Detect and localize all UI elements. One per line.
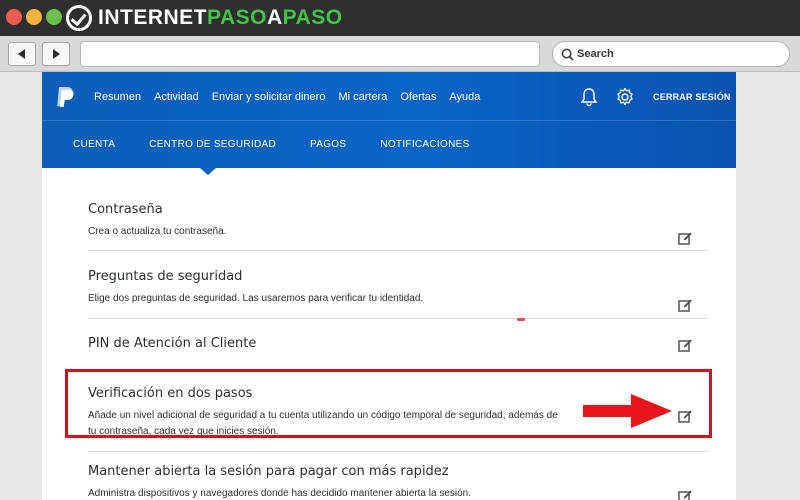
minimize-window-button[interactable] — [26, 9, 42, 25]
site-brand: INTERNETPASOAPASO — [66, 4, 343, 32]
tab-cuenta[interactable]: CUENTA — [73, 139, 115, 150]
active-tab-caret — [200, 168, 216, 175]
edit-icon[interactable] — [678, 489, 692, 500]
search-placeholder: Search — [577, 48, 614, 60]
nav-mi-cartera[interactable]: Mi cartera — [338, 91, 387, 103]
edit-icon[interactable] — [678, 231, 692, 245]
search-icon — [561, 48, 574, 61]
browser-toolbar: Search — [0, 36, 800, 72]
setting-title: Mantener abierta la sesión para pagar co… — [88, 464, 449, 479]
setting-title: Preguntas de seguridad — [88, 269, 243, 284]
edit-icon[interactable] — [678, 298, 692, 312]
row-divider — [88, 250, 708, 251]
nav-resumen[interactable]: Resumen — [94, 91, 141, 103]
close-window-button[interactable] — [6, 9, 22, 25]
setting-row-contrasena: Contraseña Crea o actualiza tu contraseñ… — [88, 202, 708, 245]
nav-enviar-solicitar[interactable]: Enviar y solicitar dinero — [212, 91, 326, 103]
maximize-window-button[interactable] — [46, 9, 62, 25]
forward-arrow-icon — [53, 49, 60, 59]
setting-row-pin: PIN de Atención al Cliente — [88, 336, 708, 366]
tab-notificaciones[interactable]: NOTIFICACIONES — [380, 139, 469, 150]
tab-pagos[interactable]: PAGOS — [310, 139, 346, 150]
paypal-logo-icon[interactable] — [55, 86, 75, 108]
sub-nav: CUENTA CENTRO DE SEGURIDAD PAGOS NOTIFIC… — [73, 139, 504, 150]
header-divider — [42, 120, 736, 121]
address-bar[interactable] — [80, 41, 540, 67]
row-divider — [88, 451, 708, 452]
tab-centro-de-seguridad[interactable]: CENTRO DE SEGURIDAD — [149, 139, 276, 150]
logout-link[interactable]: CERRAR SESIÓN — [653, 92, 731, 102]
annotation-dot — [517, 318, 525, 321]
checkmark-logo-icon — [66, 5, 92, 31]
setting-title: Contraseña — [88, 202, 163, 217]
search-field[interactable]: Search — [552, 41, 790, 67]
forward-button[interactable] — [42, 42, 70, 66]
nav-actividad[interactable]: Actividad — [154, 91, 199, 103]
nav-ofertas[interactable]: Ofertas — [400, 91, 436, 103]
edit-icon[interactable] — [678, 338, 692, 352]
setting-title: PIN de Atención al Cliente — [88, 336, 257, 351]
back-button[interactable] — [8, 42, 36, 66]
paypal-header: Resumen Actividad Enviar y solicitar din… — [42, 72, 736, 168]
setting-description: Administra dispositivos y navegadores do… — [88, 488, 472, 499]
setting-row-mantener-sesion: Mantener abierta la sesión para pagar co… — [88, 464, 708, 500]
back-arrow-icon — [18, 49, 25, 59]
setting-description: Elige dos preguntas de seguridad. Las us… — [88, 293, 424, 304]
gear-icon[interactable] — [615, 87, 635, 107]
setting-description: Crea o actualiza tu contraseña. — [88, 226, 227, 237]
bell-icon[interactable] — [580, 87, 598, 107]
window-titlebar: INTERNETPASOAPASO — [0, 0, 800, 36]
row-divider — [88, 318, 708, 319]
brand-text: INTERNETPASOAPASO — [98, 6, 343, 29]
nav-ayuda[interactable]: Ayuda — [449, 91, 480, 103]
setting-row-preguntas: Preguntas de seguridad Elige dos pregunt… — [88, 269, 708, 312]
top-nav: Resumen Actividad Enviar y solicitar din… — [94, 91, 493, 103]
red-arrow-icon — [583, 394, 672, 428]
